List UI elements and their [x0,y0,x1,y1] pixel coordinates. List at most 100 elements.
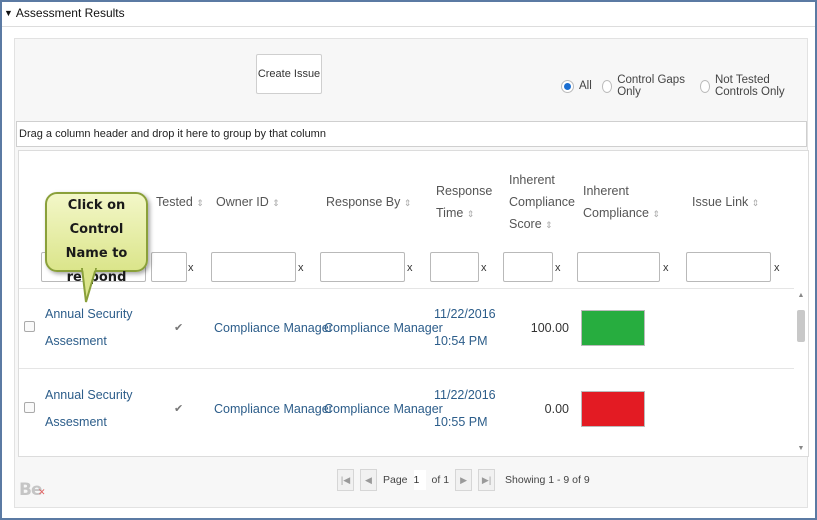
filter-clear-response-by[interactable]: x [407,262,413,274]
group-by-hint: Drag a column header and drop it here to… [19,128,326,140]
filter-all[interactable]: All [561,79,592,93]
column-response-by-label: Response By [326,195,401,209]
section-title: Assessment Results [15,6,125,20]
tested-check-icon: ✔ [174,403,184,415]
row-divider [19,368,794,369]
response-clock-time: 10:54 PM [434,334,488,348]
sort-icon[interactable]: ⇕ [404,198,412,208]
page-of-label: of 1 [431,474,450,486]
grid-vertical-scrollbar[interactable]: ▲ ▼ [795,290,807,456]
response-date: 11/22/2016 [434,388,496,402]
filter-clear-inherent-compliance[interactable]: x [663,262,669,274]
column-ics-label-1: Inherent [509,173,555,187]
page-label: Page [383,474,408,486]
column-header-response-by[interactable]: Response By ⇕ [326,191,411,214]
filter-control-gaps-label: Control Gaps Only [617,74,685,98]
compliance-color-swatch [581,391,645,427]
group-by-drop-zone[interactable]: Drag a column header and drop it here to… [16,121,807,147]
filter-clear-issue-link[interactable]: x [774,262,780,274]
compliance-color-swatch [581,310,645,346]
column-ics-label-2: Compliance [509,195,576,209]
filter-input-tested[interactable] [151,252,187,282]
radio-control-gaps[interactable] [601,79,613,93]
collapse-triangle-icon[interactable]: ▼ [4,8,13,18]
showing-count: Showing 1 - 9 of 9 [505,474,590,486]
control-name-line-2: Assesment [45,334,107,348]
filter-clear-tested[interactable]: x [188,262,194,274]
column-ic-label-2: Compliance [583,206,650,220]
pagination-bar: |◀ ◀ Page of 1 ▶ ▶| Showing 1 - 9 of 9 [337,469,590,491]
scroll-up-icon[interactable]: ▲ [795,292,807,299]
control-name-link[interactable]: Annual Security Assesment [45,382,133,436]
column-tested-label: Tested [156,195,193,209]
filter-input-response-by[interactable] [320,252,405,282]
callout-line-2: Name to [65,246,128,261]
column-ics-label-3: Score [509,217,542,231]
logo-mark-icon: ✕ [38,488,45,498]
filter-input-owner-id[interactable] [211,252,296,282]
filter-clear-owner-id[interactable]: x [298,262,304,274]
inherent-compliance-score-value: 0.00 [544,402,569,416]
last-page-icon[interactable]: ▶| [478,469,496,491]
sort-icon[interactable]: ⇕ [752,198,760,208]
filter-input-issue-link[interactable] [686,252,771,282]
sort-icon[interactable]: ⇕ [467,209,475,219]
column-header-owner-id[interactable]: Owner ID ⇕ [216,191,280,214]
section-header[interactable]: ▼ Assessment Results [4,6,125,20]
radio-not-tested[interactable] [699,79,710,93]
scroll-down-icon[interactable]: ▼ [795,445,807,452]
row-select-checkbox[interactable] [24,321,35,332]
response-clock-time: 10:55 PM [434,415,488,429]
control-name-link[interactable]: Annual Security Assesment [45,301,133,355]
column-header-tested[interactable]: Tested ⇕ [156,191,204,214]
response-date: 11/22/2016 [434,307,496,321]
control-name-line-1: Annual Security [45,388,133,402]
column-header-issue-link[interactable]: Issue Link ⇕ [692,191,759,214]
filter-not-tested-label: Not Tested Controls Only [714,74,785,98]
instruction-callout: Click on Control Name to respond [45,192,148,285]
column-ic-label-1: Inherent [583,184,629,198]
owner-id-link[interactable]: Compliance Manager [214,396,333,423]
column-issue-link-label: Issue Link [692,195,749,209]
header-divider [2,26,815,27]
scrollbar-thumb[interactable] [797,310,805,342]
row-select-checkbox[interactable] [24,402,35,413]
create-issue-button[interactable]: Create Issue [256,54,322,94]
filter-clear-inherent-compliance-score[interactable]: x [555,262,561,274]
sort-icon[interactable]: ⇕ [272,198,280,208]
filter-input-response-time[interactable] [430,252,479,282]
control-filter-group: All Control Gaps Only Not Tested Control… [561,74,817,98]
filter-clear-response-time[interactable]: x [481,262,487,274]
filter-control-gaps[interactable]: Control Gaps Only [601,74,690,98]
page-number-input[interactable] [413,470,426,490]
previous-page-icon[interactable]: ◀ [360,469,377,491]
callout-line-1: Click on Control [67,198,126,237]
first-page-icon[interactable]: |◀ [337,469,354,491]
response-time-cell: 11/22/2016 10:54 PM [434,301,496,355]
column-header-inherent-compliance-score[interactable]: Inherent Compliance Score ⇕ [509,169,575,236]
tested-check-icon: ✔ [174,322,184,334]
response-time-cell: 11/22/2016 10:55 PM [434,382,496,436]
control-name-line-2: Assesment [45,415,107,429]
filter-all-label: All [579,80,592,92]
watermark-logo: Be ✕ [19,480,45,500]
response-by-link[interactable]: Compliance Manager [324,315,443,342]
filter-input-inherent-compliance[interactable] [577,252,660,282]
column-header-inherent-compliance[interactable]: Inherent Compliance ⇕ [583,180,660,225]
owner-id-link[interactable]: Compliance Manager [214,315,333,342]
sort-icon[interactable]: ⇕ [545,220,553,230]
radio-all[interactable] [561,79,574,93]
sort-icon[interactable]: ⇕ [653,209,661,219]
filter-not-tested[interactable]: Not Tested Controls Only [699,74,813,98]
response-by-link[interactable]: Compliance Manager [324,396,443,423]
filter-input-inherent-compliance-score[interactable] [503,252,553,282]
inherent-compliance-score-value: 100.00 [530,321,569,335]
next-page-icon[interactable]: ▶ [455,469,473,491]
callout-pointer [80,268,98,303]
sort-icon[interactable]: ⇕ [196,198,204,208]
column-response-time-label-2: Time [436,206,464,220]
column-owner-id-label: Owner ID [216,195,269,209]
column-response-time-label-1: Response [436,184,493,198]
column-header-response-time[interactable]: Response Time ⇕ [436,180,492,225]
control-name-line-1: Annual Security [45,307,133,321]
